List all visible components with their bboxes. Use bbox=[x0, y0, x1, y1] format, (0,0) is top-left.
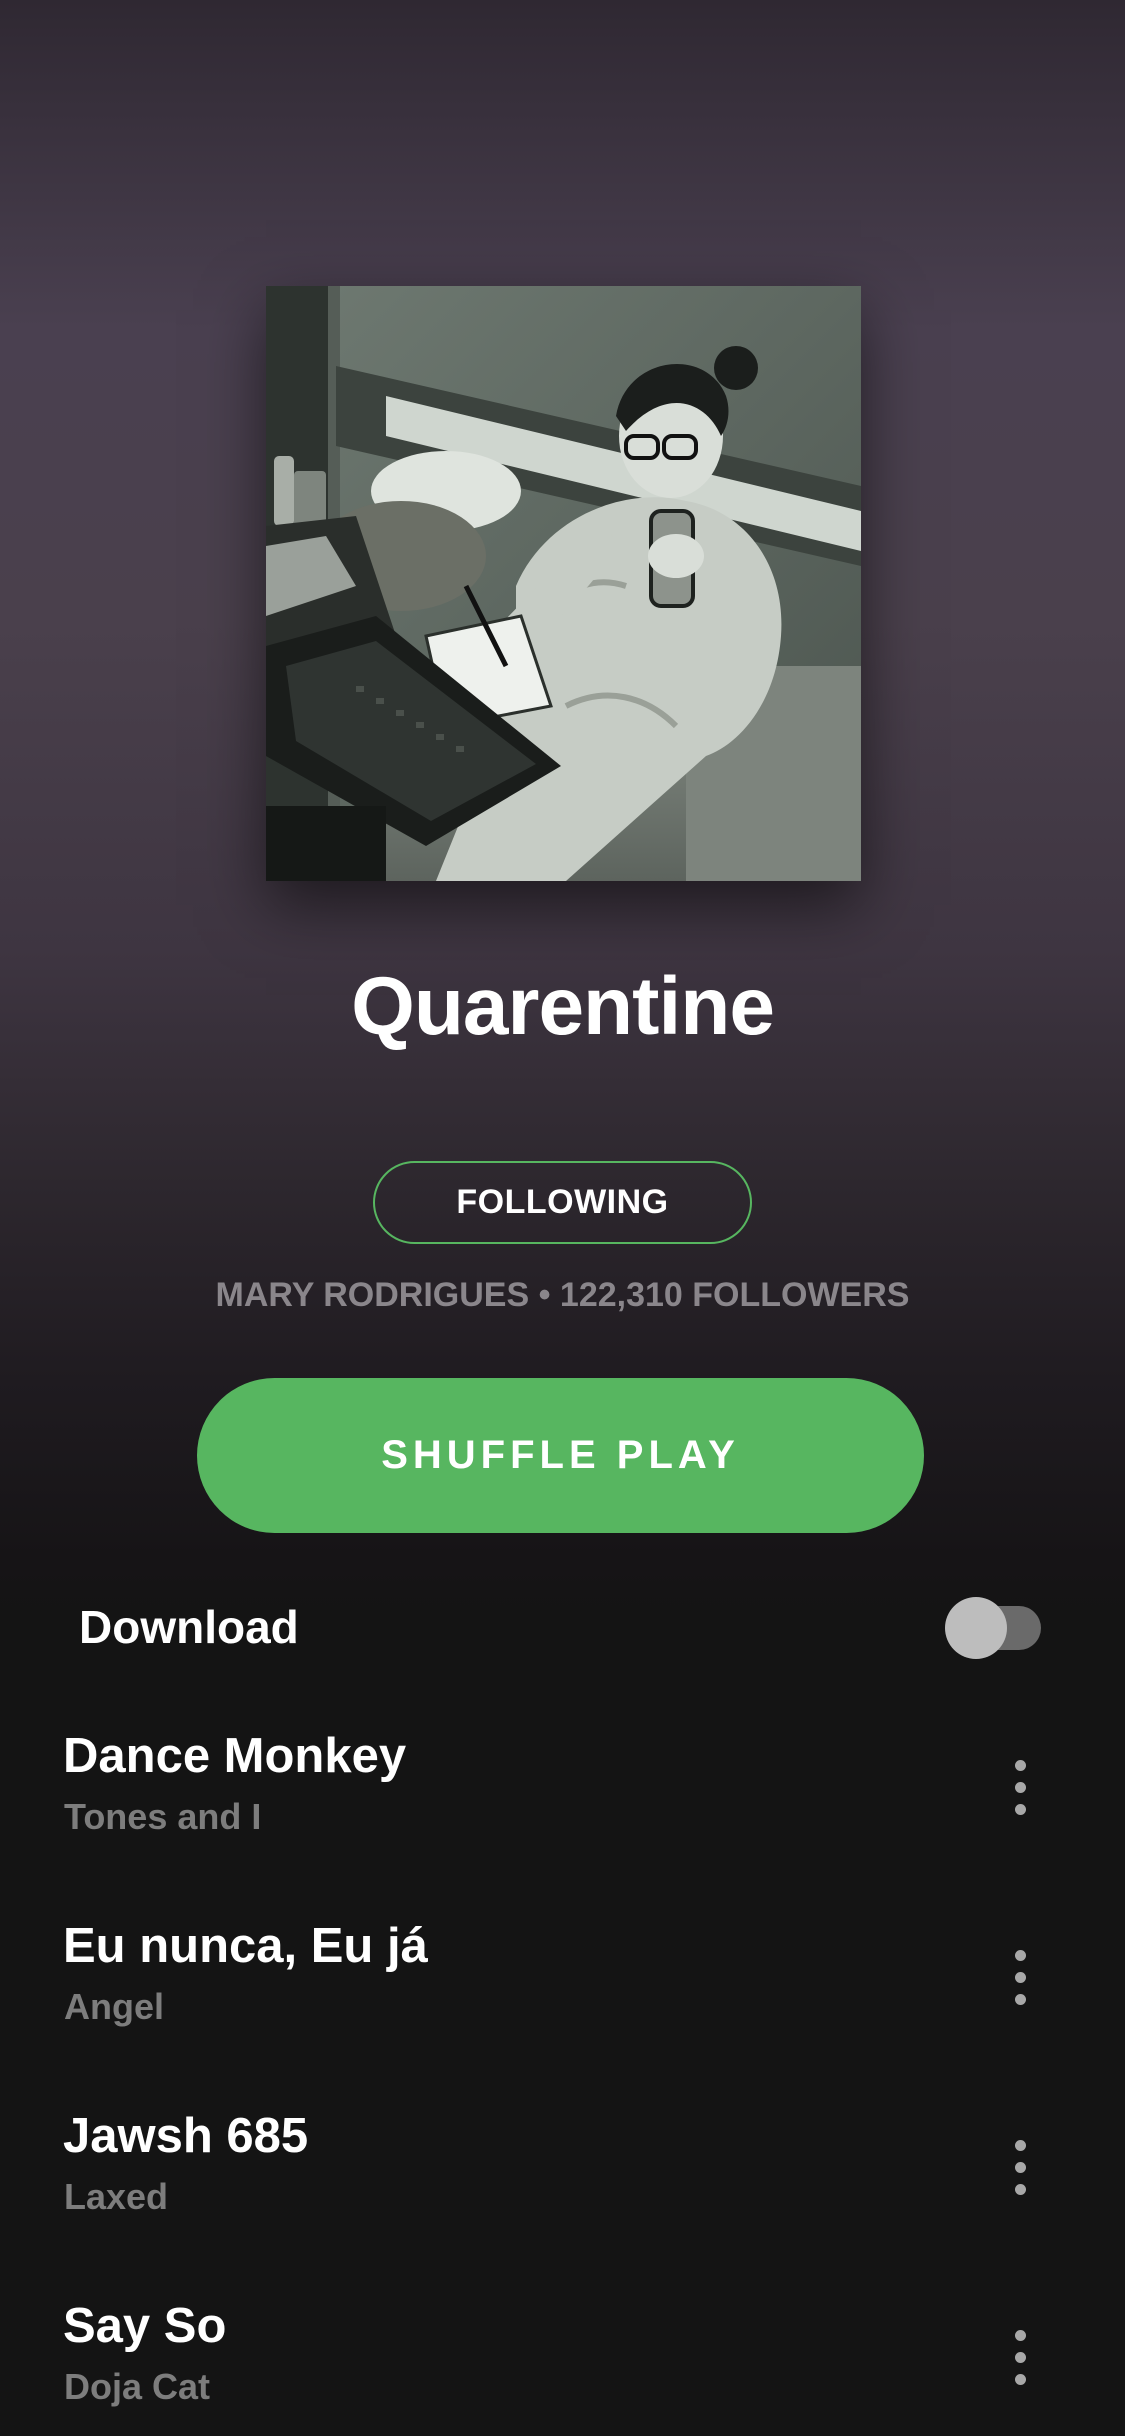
toggle-knob bbox=[945, 1597, 1007, 1659]
track-artist: Angel bbox=[64, 1986, 165, 2027]
more-vertical-icon[interactable] bbox=[1000, 2318, 1040, 2398]
download-row: Download bbox=[0, 1590, 1125, 1670]
more-vertical-icon[interactable] bbox=[1000, 1748, 1040, 1828]
playlist-owner-followers: MARY RODRIGUES • 122,310 FOLLOWERS bbox=[215, 1276, 910, 1314]
track-artist: Tones and I bbox=[64, 1796, 262, 1837]
track-artist: Doja Cat bbox=[64, 2366, 211, 2407]
track-title: Dance Monkey bbox=[63, 1729, 407, 1783]
track-row[interactable]: Dance Monkey Tones and I bbox=[0, 1720, 1125, 1910]
more-vertical-icon[interactable] bbox=[1000, 2128, 1040, 2208]
track-list: Dance Monkey Tones and I Eu nunca, Eu já… bbox=[0, 1720, 1125, 2436]
playlist-title: Quarentine bbox=[351, 961, 775, 1052]
track-title: Say So bbox=[63, 2299, 227, 2353]
track-row[interactable]: Jawsh 685 Laxed bbox=[0, 2100, 1125, 2290]
download-label: Download bbox=[79, 1601, 299, 1653]
download-toggle[interactable] bbox=[945, 1597, 1041, 1659]
track-artist: Laxed bbox=[64, 2176, 169, 2217]
shuffle-play-button[interactable]: SHUFFLE PLAY bbox=[197, 1378, 924, 1533]
playlist-cover-image bbox=[266, 286, 861, 881]
track-row[interactable]: Eu nunca, Eu já Angel bbox=[0, 1910, 1125, 2100]
following-button[interactable]: FOLLOWING bbox=[373, 1161, 752, 1244]
playlist-screen: Quarentine FOLLOWING MARY RODRIGUES • 12… bbox=[0, 0, 1125, 2436]
more-vertical-icon[interactable] bbox=[1000, 1938, 1040, 2018]
track-row[interactable]: Say So Doja Cat bbox=[0, 2290, 1125, 2436]
track-title: Jawsh 685 bbox=[63, 2109, 309, 2163]
track-title: Eu nunca, Eu já bbox=[63, 1919, 428, 1973]
